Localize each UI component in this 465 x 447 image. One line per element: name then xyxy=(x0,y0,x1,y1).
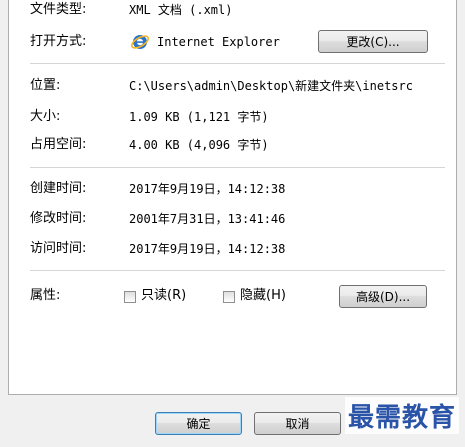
opens-with-label: 打开方式: xyxy=(30,34,87,49)
hidden-checkbox[interactable] xyxy=(223,291,235,303)
size-on-disk-value: 4.00 KB (4,096 字节) xyxy=(129,138,269,152)
advanced-button[interactable]: 高级(D)... xyxy=(339,285,427,308)
separator xyxy=(30,63,445,64)
cancel-button[interactable]: 取消 xyxy=(254,412,341,435)
location-value: C:\Users\admin\Desktop\新建文件夹\inetsrc xyxy=(129,79,413,93)
properties-panel: 文件类型: XML 文档 (.xml) 打开方式: Internet Explo… xyxy=(8,0,457,395)
readonly-checkbox[interactable] xyxy=(124,291,136,303)
size-value: 1.09 KB (1,121 字节) xyxy=(129,110,269,124)
internet-explorer-icon xyxy=(130,35,150,49)
location-label: 位置: xyxy=(30,78,61,93)
hidden-label: 隐藏(H) xyxy=(240,288,286,303)
file-type-label: 文件类型: xyxy=(30,2,87,17)
created-value: 2017年9月19日，14:12:38 xyxy=(129,182,286,196)
separator xyxy=(30,167,445,168)
created-label: 创建时间: xyxy=(30,181,87,196)
watermark-logo: 最需教育 xyxy=(344,397,459,434)
size-label: 大小: xyxy=(30,109,61,124)
modified-value: 2001年7月31日，13:41:46 xyxy=(129,212,286,226)
readonly-label: 只读(R) xyxy=(141,288,187,303)
change-program-button[interactable]: 更改(C)... xyxy=(318,30,428,53)
modified-label: 修改时间: xyxy=(30,211,87,226)
ok-button[interactable]: 确定 xyxy=(155,412,242,435)
size-on-disk-label: 占用空间: xyxy=(30,137,87,152)
accessed-value: 2017年9月19日，14:12:38 xyxy=(129,242,286,256)
attributes-label: 属性: xyxy=(30,288,61,303)
separator xyxy=(30,270,445,271)
accessed-label: 访问时间: xyxy=(30,241,87,256)
opens-with-app-name: Internet Explorer xyxy=(157,35,280,49)
file-type-value: XML 文档 (.xml) xyxy=(129,3,233,17)
